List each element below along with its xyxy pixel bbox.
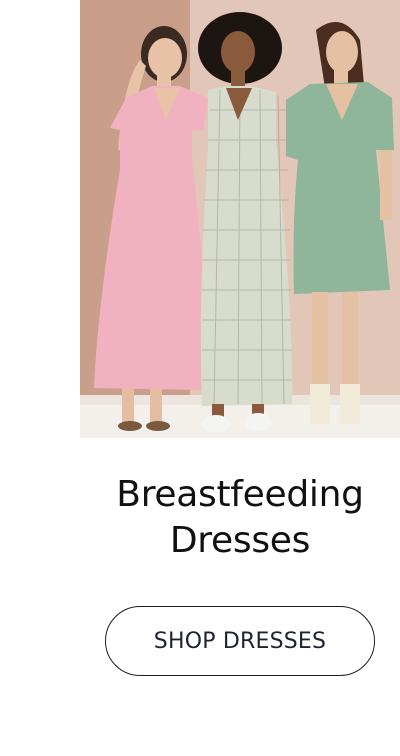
collection-title-line-1: Breastfeeding — [116, 474, 364, 515]
hero-photo-illustration — [80, 0, 400, 438]
shop-dresses-button-label: SHOP DRESSES — [153, 628, 327, 654]
shop-dresses-button[interactable]: SHOP DRESSES — [105, 606, 375, 676]
hero-image[interactable] — [80, 0, 400, 438]
collection-title-line-2: Dresses — [169, 520, 311, 561]
collection-title: Breastfeeding Dresses — [80, 472, 400, 564]
